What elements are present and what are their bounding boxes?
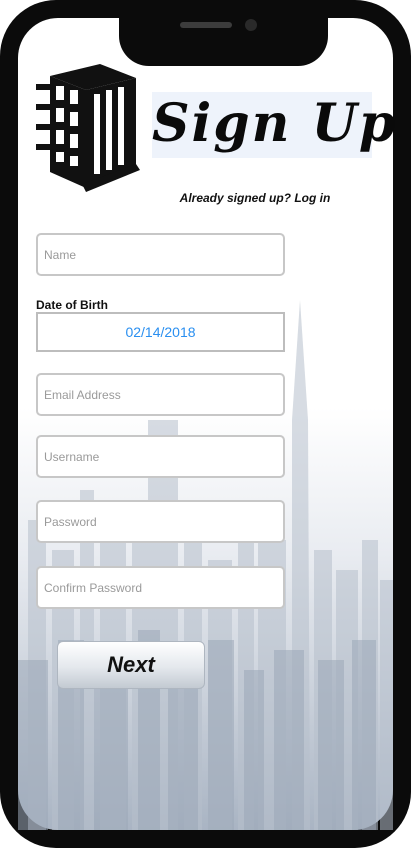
password-input[interactable]: Password: [36, 500, 285, 543]
confirm-password-input[interactable]: Confirm Password: [36, 566, 285, 609]
next-button[interactable]: Next: [57, 641, 205, 689]
username-input[interactable]: Username: [36, 435, 285, 478]
dob-label: Date of Birth: [36, 298, 108, 312]
name-input[interactable]: Name: [36, 233, 285, 276]
speaker-grille: [180, 22, 232, 28]
front-camera: [245, 19, 257, 31]
page-title: Sign Up: [152, 93, 398, 154]
login-link[interactable]: Already signed up? Log in: [150, 191, 360, 205]
email-input[interactable]: Email Address: [36, 373, 285, 416]
building-logo-icon: [36, 64, 140, 192]
dob-date-input[interactable]: 02/14/2018: [36, 312, 285, 352]
